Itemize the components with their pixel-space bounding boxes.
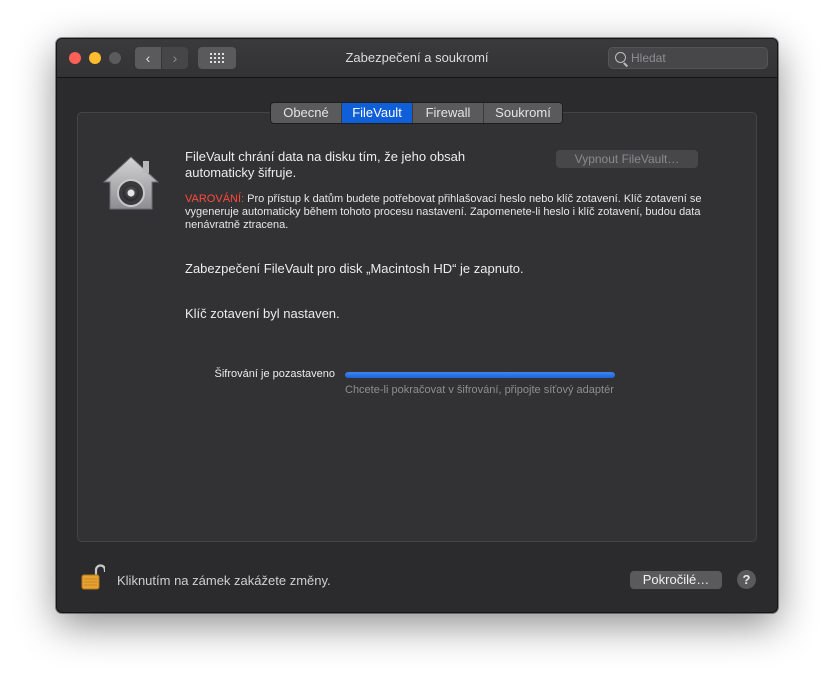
warning-body: Pro přístup k datům budete potřebovat př… xyxy=(185,193,702,231)
preferences-window: ‹ › Zabezpečení a soukromí Obecné FileVa… xyxy=(56,38,778,613)
encryption-progress-hint: Chcete-li pokračovat v šifrování, připoj… xyxy=(345,384,614,396)
unlocked-padlock-icon[interactable] xyxy=(81,564,105,590)
title-bar: ‹ › Zabezpečení a soukromí xyxy=(57,39,777,78)
search-input[interactable] xyxy=(631,50,761,66)
tab-general[interactable]: Obecné xyxy=(271,103,342,123)
turn-off-filevault-button[interactable]: Vypnout FileVault… xyxy=(556,150,698,168)
advanced-button[interactable]: Pokročilé… xyxy=(630,571,722,589)
tab-bar: Obecné FileVault Firewall Soukromí xyxy=(270,102,563,124)
lock-text: Kliknutím na zámek zakážete změny. xyxy=(117,573,331,588)
encryption-progress-bar xyxy=(345,372,615,378)
tab-privacy[interactable]: Soukromí xyxy=(484,103,562,123)
warning-label: VAROVÁNÍ: xyxy=(185,193,245,205)
search-icon xyxy=(615,52,626,63)
filevault-status: Zabezpečení FileVault pro disk „Macintos… xyxy=(185,261,524,276)
help-button[interactable]: ? xyxy=(737,570,756,589)
search-field[interactable] xyxy=(608,47,768,69)
recovery-key-status: Klíč zotavení byl nastaven. xyxy=(185,306,340,321)
warning-text: VAROVÁNÍ: Pro přístup k datům budete pot… xyxy=(185,193,715,232)
tab-firewall[interactable]: Firewall xyxy=(413,103,484,123)
encryption-progress-label: Šifrování je pozastaveno xyxy=(214,368,335,380)
encryption-progress-fill xyxy=(345,372,615,378)
filevault-house-icon xyxy=(102,156,160,210)
tab-filevault[interactable]: FileVault xyxy=(342,103,413,123)
filevault-intro: FileVault chrání data na disku tím, že j… xyxy=(185,149,466,180)
